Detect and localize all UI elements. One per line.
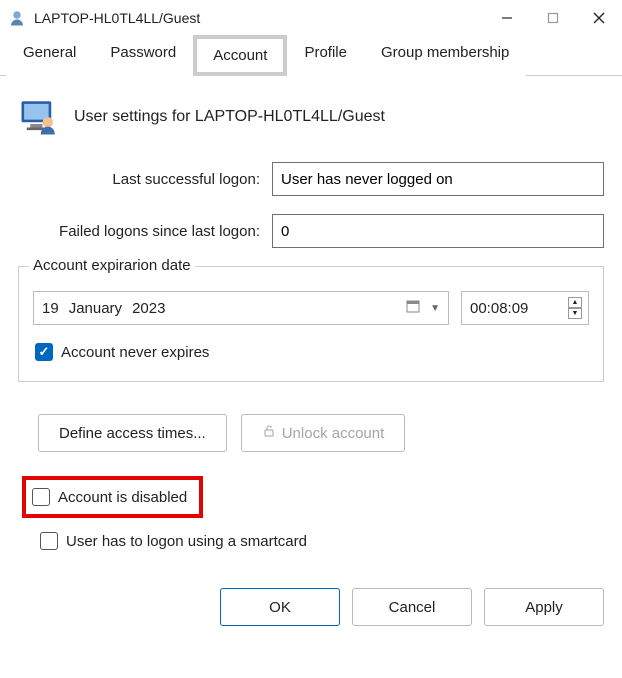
tab-profile[interactable]: Profile bbox=[287, 35, 364, 76]
cancel-button[interactable]: Cancel bbox=[352, 588, 472, 626]
smartcard-label: User has to logon using a smartcard bbox=[66, 533, 307, 550]
dialog-footer: OK Cancel Apply bbox=[0, 564, 622, 626]
time-spin-down[interactable]: ▼ bbox=[568, 308, 582, 319]
checkbox-icon bbox=[40, 532, 58, 550]
account-disabled-highlight: Account is disabled bbox=[22, 476, 203, 518]
monitor-user-icon bbox=[18, 96, 60, 138]
time-spin-up[interactable]: ▲ bbox=[568, 297, 582, 308]
failedlogons-label: Failed logons since last logon: bbox=[18, 223, 272, 240]
expiration-groupbox: Account expirarion date 19 January 2023 … bbox=[18, 266, 604, 382]
ok-button[interactable]: OK bbox=[220, 588, 340, 626]
maximize-button[interactable] bbox=[530, 0, 576, 36]
page-title: User settings for LAPTOP-HL0TL4LL/Guest bbox=[74, 108, 385, 126]
exp-month: January bbox=[69, 300, 122, 317]
checkbox-icon bbox=[35, 343, 53, 361]
exp-day: 19 bbox=[42, 300, 59, 317]
checkbox-icon bbox=[32, 488, 50, 506]
expiration-legend: Account expirarion date bbox=[29, 257, 195, 274]
tabs: General Password Account Profile Group m… bbox=[0, 34, 622, 76]
exp-year: 2023 bbox=[132, 300, 165, 317]
tab-group-membership[interactable]: Group membership bbox=[364, 35, 526, 76]
exp-time: 00:08:09 bbox=[470, 300, 568, 317]
lastlogon-label: Last successful logon: bbox=[18, 171, 272, 188]
tab-account[interactable]: Account bbox=[193, 35, 287, 76]
minimize-button[interactable] bbox=[484, 0, 530, 36]
titlebar: LAPTOP-HL0TL4LL/Guest bbox=[0, 0, 622, 36]
window-title: LAPTOP-HL0TL4LL/Guest bbox=[34, 10, 484, 26]
define-access-times-button[interactable]: Define access times... bbox=[38, 414, 227, 452]
account-disabled-checkbox[interactable]: Account is disabled bbox=[30, 486, 189, 508]
account-disabled-label: Account is disabled bbox=[58, 489, 187, 506]
calendar-icon bbox=[406, 299, 420, 317]
chevron-down-icon: ▼ bbox=[430, 303, 440, 314]
expiration-time-picker[interactable]: 00:08:09 ▲ ▼ bbox=[461, 291, 589, 325]
tab-general[interactable]: General bbox=[6, 35, 93, 76]
lastlogon-field[interactable] bbox=[272, 162, 604, 196]
close-button[interactable] bbox=[576, 0, 622, 36]
lock-icon bbox=[262, 424, 276, 442]
tab-password[interactable]: Password bbox=[93, 35, 193, 76]
failedlogons-field[interactable] bbox=[272, 214, 604, 248]
apply-button[interactable]: Apply bbox=[484, 588, 604, 626]
never-expires-label: Account never expires bbox=[61, 344, 209, 361]
expiration-date-picker[interactable]: 19 January 2023 ▼ bbox=[33, 291, 449, 325]
never-expires-checkbox[interactable]: Account never expires bbox=[33, 341, 589, 363]
unlock-account-button: Unlock account bbox=[241, 414, 406, 452]
tab-content: User settings for LAPTOP-HL0TL4LL/Guest … bbox=[0, 76, 622, 564]
smartcard-checkbox[interactable]: User has to logon using a smartcard bbox=[38, 530, 604, 552]
user-icon bbox=[8, 9, 26, 27]
